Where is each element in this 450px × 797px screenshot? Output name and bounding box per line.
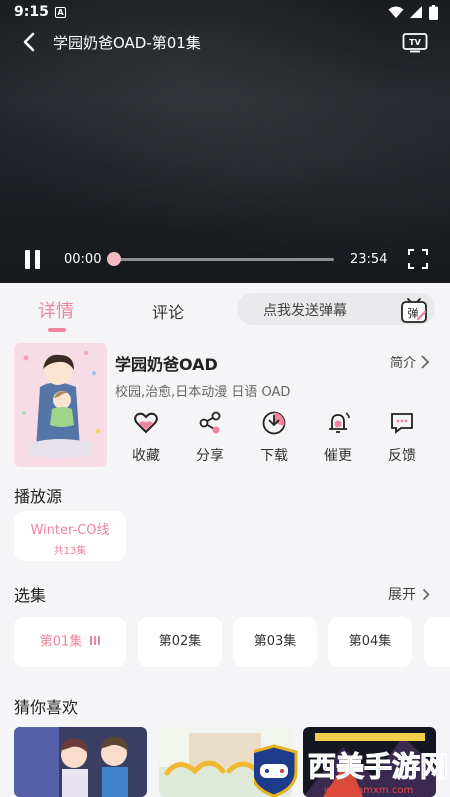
anime-tags: 校园,治愈,日本动漫 日语 OAD — [115, 385, 291, 400]
download-icon — [262, 411, 286, 435]
recommend-heading: 猜你喜欢 — [14, 698, 79, 717]
status-bar: 9:15 A — [0, 0, 450, 26]
share-label: 分享 — [196, 448, 224, 464]
episode-item[interactable]: 第01集 — [14, 617, 126, 667]
share-icon — [199, 411, 221, 434]
urge-update-button[interactable]: 催更 — [313, 410, 363, 465]
svg-text:TV: TV — [409, 38, 421, 47]
playing-indicator-icon — [88, 617, 101, 667]
sources-heading: 播放源 — [14, 487, 63, 506]
danmu-placeholder: 点我发送弹幕 — [263, 303, 347, 319]
danmu-input[interactable]: 点我发送弹幕 弹 — [237, 293, 435, 325]
video-player[interactable]: 9:15 A 学园奶爸OAD-第01集 TV 00:00 23:54 — [0, 0, 450, 283]
share-button[interactable]: 分享 — [185, 410, 235, 465]
expand-label: 展开 — [388, 587, 416, 603]
back-icon[interactable] — [18, 30, 42, 54]
download-label: 下载 — [260, 448, 288, 464]
favorite-button[interactable]: 收藏 — [121, 410, 171, 465]
tab-details[interactable]: 详情 — [38, 297, 74, 323]
recommend-card[interactable] — [14, 727, 147, 797]
urge-update-label: 催更 — [324, 448, 352, 464]
total-time: 23:54 — [350, 252, 388, 267]
wifi-icon — [388, 6, 404, 18]
episode-label: 第02集 — [158, 634, 202, 649]
episode-item[interactable]: 第04集 — [328, 617, 412, 667]
intro-link[interactable]: 简介 — [390, 352, 430, 371]
status-time: 9:15 — [14, 4, 49, 20]
source-count: 共13集 — [53, 546, 87, 557]
intro-label: 简介 — [389, 356, 416, 371]
chevron-right-icon — [421, 354, 430, 369]
site-watermark-logo: 西美手游网 www.hamxm.com — [254, 744, 449, 797]
heart-icon — [134, 412, 158, 434]
notification-badge-icon: A — [55, 7, 66, 18]
svg-text:西美手游网: 西美手游网 — [308, 750, 448, 783]
action-bar: 收藏 分享 下载 催更 反馈 — [113, 410, 443, 470]
anime-title: 学园奶爸OAD — [115, 355, 218, 374]
cast-tv-icon[interactable]: TV — [402, 31, 428, 53]
download-button[interactable]: 下载 — [249, 410, 299, 465]
current-time: 00:00 — [64, 252, 102, 267]
fullscreen-icon[interactable] — [408, 249, 428, 269]
tab-bar: 详情 评论 点我发送弹幕 弹 — [0, 283, 450, 333]
feedback-label: 反馈 — [388, 448, 416, 464]
video-title: 学园奶爸OAD-第01集 — [53, 34, 201, 52]
chevron-right-icon — [422, 588, 430, 600]
system-icons — [388, 5, 438, 20]
episode-item-partial[interactable] — [424, 617, 450, 667]
episode-label: 第01集 — [39, 634, 83, 650]
episodes-heading: 选集 — [14, 586, 47, 605]
progress-handle[interactable] — [107, 252, 121, 266]
tab-comments[interactable]: 评论 — [152, 299, 184, 323]
tab-indicator — [48, 328, 66, 332]
svg-text:www.hamxm.com: www.hamxm.com — [324, 785, 413, 796]
battery-icon — [429, 5, 438, 20]
source-name: Winter-CO线 — [30, 523, 110, 538]
episode-item[interactable]: 第03集 — [233, 617, 317, 667]
expand-button[interactable]: 展开 — [388, 584, 430, 604]
pause-button[interactable] — [22, 248, 44, 272]
danmu-toggle-icon[interactable]: 弹 — [399, 296, 429, 324]
episode-label: 第03集 — [253, 634, 297, 649]
episode-label: 第04集 — [348, 634, 392, 649]
bell-icon — [329, 412, 350, 433]
signal-icon — [410, 6, 422, 18]
danmu-icon-char: 弹 — [408, 306, 419, 320]
feedback-icon — [391, 413, 413, 434]
episode-item[interactable]: 第02集 — [138, 617, 222, 667]
anime-cover-image[interactable] — [14, 343, 107, 467]
source-item[interactable]: Winter-CO线 共13集 — [14, 511, 126, 561]
favorite-label: 收藏 — [132, 448, 160, 464]
progress-track[interactable] — [114, 258, 334, 261]
feedback-button[interactable]: 反馈 — [377, 410, 427, 465]
